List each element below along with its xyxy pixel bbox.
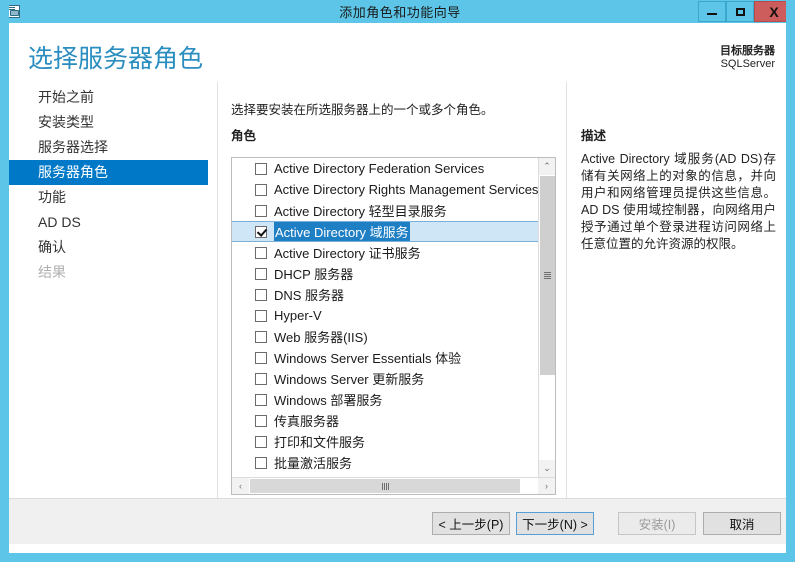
description-panel: 描述 Active Directory 域服务(AD DS)存储有关网络上的对象… (567, 85, 786, 498)
target-server-label: 目标服务器 (720, 45, 775, 57)
role-checkbox[interactable] (255, 330, 267, 343)
role-checkbox[interactable] (255, 288, 267, 301)
roles-list-viewport: Active Directory Federation Services Act… (232, 158, 538, 477)
role-label: Windows Server 更新服务 (274, 372, 425, 387)
role-checkbox[interactable] (255, 435, 267, 448)
sidebar-item-before-you-begin[interactable]: 开始之前 (9, 85, 208, 110)
scroll-right-icon[interactable]: › (538, 478, 555, 494)
role-checkbox[interactable] (255, 351, 267, 364)
target-server-info: 目标服务器 SQLServer (720, 45, 775, 71)
role-checkbox[interactable] (255, 162, 267, 175)
sidebar-item-server-selection[interactable]: 服务器选择 (9, 135, 208, 160)
role-row[interactable]: Hyper-V (232, 305, 538, 326)
role-label: Hyper-V (274, 308, 322, 323)
instruction-text: 选择要安装在所选服务器上的一个或多个角色。 (231, 103, 494, 117)
wizard-server-icon (9, 4, 22, 20)
description-title: 描述 (581, 129, 607, 143)
role-label: DNS 服务器 (274, 288, 345, 303)
role-row[interactable]: 打印和文件服务 (232, 431, 538, 452)
maximize-icon (735, 7, 745, 16)
role-row[interactable]: Web 服务器(IIS) (232, 326, 538, 347)
role-checkbox[interactable] (255, 183, 267, 196)
role-label: Active Directory 轻型目录服务 (274, 204, 447, 219)
role-label: Windows 部署服务 (274, 393, 383, 408)
window-title: 添加角色和功能向导 (339, 5, 461, 20)
role-row-selected[interactable]: Active Directory 域服务 (232, 221, 538, 242)
role-label: DHCP 服务器 (274, 267, 354, 282)
role-row[interactable]: Windows Server Essentials 体验 (232, 347, 538, 368)
roles-content-panel: 选择要安装在所选服务器上的一个或多个角色。 角色 Active Director… (218, 85, 566, 498)
add-roles-wizard-window: 添加角色和功能向导 X 选择服务器角色 目标服务器 SQLServer 开始之前… (0, 0, 795, 562)
maximize-button[interactable] (726, 1, 754, 22)
scroll-up-icon[interactable]: ⌃ (539, 158, 555, 175)
sidebar-item-features[interactable]: 功能 (9, 185, 208, 210)
sidebar-item-results: 结果 (38, 264, 66, 280)
role-checkbox[interactable] (255, 267, 267, 280)
roles-listbox[interactable]: Active Directory Federation Services Act… (231, 157, 556, 495)
role-checkbox[interactable] (255, 309, 267, 322)
role-row[interactable]: DNS 服务器 (232, 284, 538, 305)
role-checkbox[interactable] (255, 372, 267, 385)
role-row[interactable]: 传真服务器 (232, 410, 538, 431)
role-label: Active Directory Federation Services (274, 161, 485, 176)
role-row[interactable]: Active Directory 轻型目录服务 (232, 200, 538, 221)
roles-section-label: 角色 (231, 129, 257, 143)
title-bar: 添加角色和功能向导 X (9, 0, 786, 23)
role-label: Windows Server Essentials 体验 (274, 351, 462, 366)
minimize-icon (707, 13, 717, 15)
role-label: Web 服务器(IIS) (274, 330, 368, 345)
role-checkbox[interactable] (255, 456, 267, 469)
role-label: 打印和文件服务 (274, 435, 366, 450)
role-label: Active Directory Rights Management Servi… (274, 182, 538, 197)
wizard-footer: < 上一步(P) 下一步(N) > 安装(I) 取消 (9, 498, 786, 544)
sidebar-item-confirmation[interactable]: 确认 (9, 235, 208, 260)
role-row[interactable]: Active Directory 证书服务 (232, 242, 538, 263)
close-button[interactable]: X (754, 1, 786, 22)
minimize-button[interactable] (698, 1, 726, 22)
scroll-grip-icon (381, 482, 389, 490)
sidebar-item-installation-type[interactable]: 安装类型 (9, 110, 208, 135)
horizontal-scroll-thumb[interactable] (250, 479, 520, 493)
vertical-scroll-track[interactable] (540, 375, 555, 459)
role-row[interactable]: Windows 部署服务 (232, 389, 538, 410)
description-text: Active Directory 域服务(AD DS)存储有关网络上的对象的信息… (581, 152, 776, 251)
page-title: 选择服务器角色 (28, 45, 204, 73)
scroll-grip-icon (544, 272, 551, 279)
vertical-scroll-thumb[interactable] (540, 176, 555, 375)
wizard-step-nav: 开始之前 安装类型 服务器选择 服务器角色 功能 AD DS 确认 结果 (9, 85, 217, 498)
role-label: Active Directory 域服务 (274, 222, 410, 241)
sidebar-item-ad-ds[interactable]: AD DS (9, 210, 208, 235)
role-checkbox[interactable] (255, 393, 267, 406)
role-label: Active Directory 证书服务 (274, 246, 421, 261)
next-button[interactable]: 下一步(N) > (516, 512, 594, 535)
role-checkbox[interactable] (255, 414, 267, 427)
role-label: 批量激活服务 (274, 456, 353, 471)
roles-list-horizontal-scrollbar[interactable]: ‹ › (232, 477, 555, 494)
previous-button[interactable]: < 上一步(P) (432, 512, 510, 535)
wizard-header: 选择服务器角色 目标服务器 SQLServer (9, 23, 786, 85)
window-controls: X (698, 0, 786, 23)
scroll-left-icon[interactable]: ‹ (232, 478, 249, 494)
cancel-button[interactable]: 取消 (703, 512, 781, 535)
target-server-name: SQLServer (720, 58, 775, 70)
role-row[interactable]: Active Directory Rights Management Servi… (232, 179, 538, 200)
role-row[interactable]: Active Directory Federation Services (232, 158, 538, 179)
roles-list-vertical-scrollbar[interactable]: ⌃ ⌄ (538, 158, 555, 477)
install-button: 安装(I) (618, 512, 696, 535)
role-row[interactable]: DHCP 服务器 (232, 263, 538, 284)
role-checkbox[interactable] (255, 204, 267, 217)
role-checkbox-checked[interactable] (255, 225, 267, 238)
role-checkbox[interactable] (255, 246, 267, 259)
wizard-body: 开始之前 安装类型 服务器选择 服务器角色 功能 AD DS 确认 结果 选择要… (9, 82, 786, 498)
sidebar-item-server-roles[interactable]: 服务器角色 (9, 160, 208, 185)
scroll-down-icon[interactable]: ⌄ (539, 460, 555, 477)
role-row[interactable]: Windows Server 更新服务 (232, 368, 538, 389)
role-row[interactable]: 批量激活服务 (232, 452, 538, 473)
role-label: 传真服务器 (274, 414, 340, 429)
